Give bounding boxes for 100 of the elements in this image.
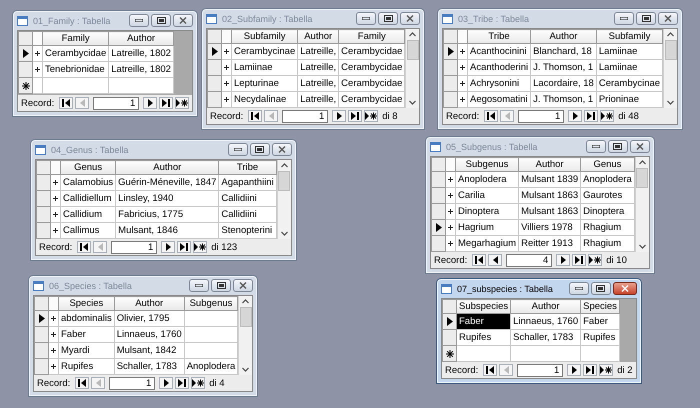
table-cell[interactable]: Mulsant, 1846: [116, 222, 219, 238]
table-cell[interactable]: Olivier, 1795: [114, 310, 184, 326]
column-header[interactable]: Genus: [60, 160, 116, 174]
column-header[interactable]: Author: [518, 158, 581, 172]
table-cell[interactable]: Dinoptera: [456, 204, 519, 220]
table-cell[interactable]: Achrysonini: [468, 76, 531, 92]
last-record-button[interactable]: [583, 364, 598, 376]
next-record-button[interactable]: [556, 254, 570, 266]
table-cell[interactable]: Linnaeus, 1760: [510, 314, 581, 330]
vertical-scrollbar[interactable]: [663, 29, 678, 108]
table-cell[interactable]: Faber: [456, 314, 511, 330]
last-record-button[interactable]: [348, 110, 362, 122]
table-cell[interactable]: Lacordaire, 18: [530, 76, 596, 92]
table-cell[interactable]: J. Thomson, 1: [530, 92, 596, 108]
table-cell[interactable]: Necydalinae: [232, 92, 298, 108]
table-cell[interactable]: Rhagium: [580, 220, 634, 236]
table-cell[interactable]: [456, 346, 511, 362]
next-record-button[interactable]: [332, 110, 346, 122]
table-cell[interactable]: Agapanthiini: [218, 174, 276, 190]
table-cell[interactable]: Cerambycidae: [338, 76, 405, 92]
new-record-button[interactable]: [193, 241, 208, 253]
table-cell[interactable]: Cerambycinae: [596, 76, 663, 92]
table-cell[interactable]: Callidiini: [218, 190, 276, 206]
table-cell[interactable]: Callidiini: [218, 206, 276, 222]
restore-button[interactable]: [608, 140, 628, 153]
table-cell[interactable]: Schaller, 1783: [114, 358, 184, 374]
scroll-up-icon[interactable]: [638, 160, 646, 165]
row-selector[interactable]: [208, 44, 222, 60]
expand-icon[interactable]: [224, 49, 229, 54]
table-cell[interactable]: Carilia: [456, 188, 519, 204]
expand-icon[interactable]: [448, 241, 453, 246]
table-cell[interactable]: Callimus: [60, 222, 116, 238]
table-cell[interactable]: Aegosomatini: [468, 92, 531, 108]
table-cell[interactable]: Callidiellum: [60, 190, 116, 206]
table-cell[interactable]: Cerambycidae: [42, 46, 109, 62]
minimize-button[interactable]: [586, 140, 606, 153]
row-selector[interactable]: [442, 346, 456, 362]
table-cell[interactable]: Cerambycidae: [338, 44, 405, 60]
minimize-button[interactable]: [228, 143, 248, 156]
table-cell[interactable]: Cerambycidae: [338, 60, 405, 76]
column-header[interactable]: Tribe: [218, 160, 276, 174]
minimize-button[interactable]: [189, 279, 210, 292]
expand-icon[interactable]: [460, 65, 465, 70]
expand-icon[interactable]: [448, 209, 453, 214]
scroll-up-icon[interactable]: [409, 32, 416, 37]
select-all-cell[interactable]: [36, 160, 50, 174]
column-header[interactable]: Family: [338, 30, 405, 44]
table-cell[interactable]: Mulsant 1839: [518, 172, 581, 188]
vertical-scrollbar[interactable]: [238, 296, 252, 375]
column-header[interactable]: Author: [108, 32, 174, 46]
scrollbar-thumb[interactable]: [278, 171, 290, 191]
scroll-down-icon[interactable]: [409, 100, 416, 105]
select-all-cell[interactable]: [18, 32, 32, 46]
table-cell[interactable]: Lamiinae: [596, 44, 663, 60]
record-number-field[interactable]: 1: [109, 376, 156, 390]
table-cell[interactable]: Villiers 1978: [518, 220, 581, 236]
last-record-button[interactable]: [177, 241, 192, 253]
row-selector[interactable]: [34, 310, 48, 326]
table-cell[interactable]: Faber: [58, 326, 114, 342]
close-button[interactable]: [630, 140, 650, 153]
new-record-button[interactable]: [600, 110, 614, 122]
table-cell[interactable]: Schaller, 1783: [510, 330, 581, 346]
table-cell[interactable]: J. Thomson, 1: [530, 60, 596, 76]
vertical-scrollbar[interactable]: [634, 157, 649, 252]
expand-icon[interactable]: [53, 212, 58, 217]
table-cell[interactable]: Faber: [580, 314, 620, 330]
table-cell[interactable]: [108, 78, 174, 94]
table-cell[interactable]: abdominalis: [58, 310, 114, 326]
close-button[interactable]: [612, 282, 637, 295]
table-cell[interactable]: Gaurotes: [580, 188, 634, 204]
expand-icon[interactable]: [51, 364, 56, 369]
record-number-field[interactable]: 1: [518, 110, 564, 122]
table-cell[interactable]: Reitter 1913: [518, 236, 581, 252]
table-cell[interactable]: Acanthocinini: [468, 44, 531, 60]
first-record-button[interactable]: [59, 97, 74, 109]
table-cell[interactable]: Linsley, 1940: [116, 190, 219, 206]
column-header[interactable]: Family: [42, 32, 109, 46]
column-header[interactable]: Subgenus: [456, 158, 519, 172]
first-record-button[interactable]: [77, 241, 92, 253]
table-cell[interactable]: Myardi: [58, 342, 114, 358]
close-button[interactable]: [400, 12, 420, 25]
record-number-field[interactable]: 1: [282, 110, 328, 122]
next-record-button[interactable]: [161, 241, 176, 253]
row-selector[interactable]: [432, 220, 446, 236]
expand-icon[interactable]: [53, 180, 58, 185]
last-record-button[interactable]: [584, 110, 598, 122]
table-cell[interactable]: Tenebrionidae: [42, 62, 109, 78]
table-cell[interactable]: Cerambycidae: [338, 92, 405, 108]
expand-icon[interactable]: [460, 49, 465, 54]
table-cell[interactable]: Anoplodera: [456, 172, 519, 188]
table-cell[interactable]: Anoplodera: [580, 172, 634, 188]
scrollbar-thumb[interactable]: [636, 168, 648, 188]
minimize-button[interactable]: [129, 14, 150, 27]
scrollbar-thumb[interactable]: [664, 40, 677, 60]
table-cell[interactable]: Prioninae: [596, 92, 663, 108]
new-record-button[interactable]: [364, 110, 378, 122]
expand-icon[interactable]: [35, 51, 40, 56]
table-cell[interactable]: [580, 346, 620, 362]
scroll-up-icon[interactable]: [667, 32, 674, 37]
expand-icon[interactable]: [35, 67, 40, 72]
